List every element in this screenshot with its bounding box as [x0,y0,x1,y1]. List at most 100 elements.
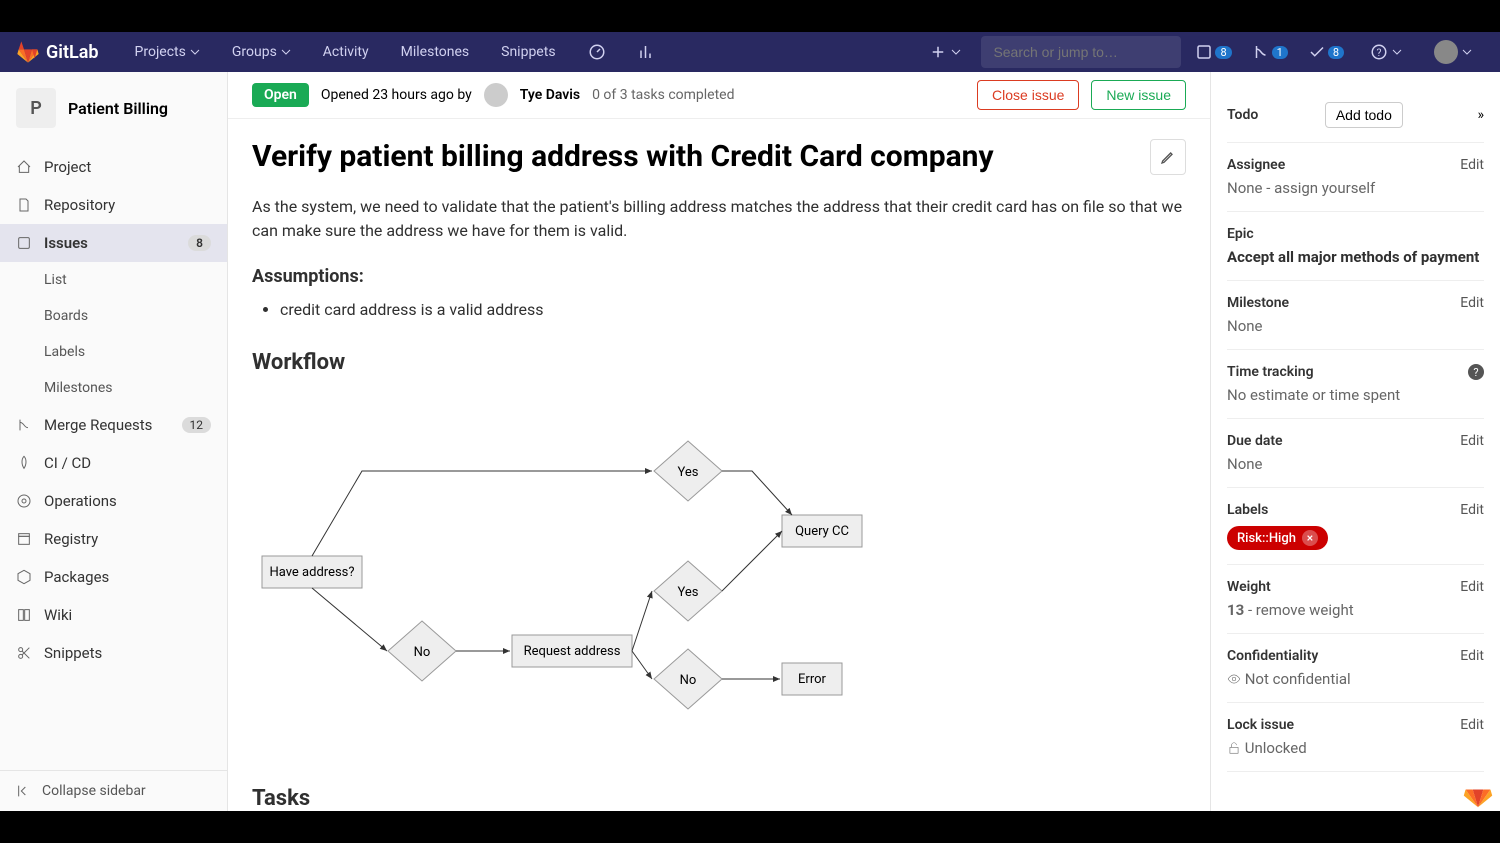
add-todo-button[interactable]: Add todo [1325,102,1403,128]
rb-weight-value[interactable]: 13 - remove weight [1227,601,1484,619]
label-pill[interactable]: Risk::High× [1227,526,1328,550]
mr-count: 12 [182,417,212,433]
collapse-sidebar[interactable]: Collapse sidebar [0,770,227,811]
chevron-down-icon [1462,47,1472,57]
sidebar-item-snippets[interactable]: Snippets [0,634,227,672]
rb-epic-value[interactable]: Accept all major methods of payment [1227,248,1484,266]
nav-todo-counter[interactable]: 8 [1302,43,1350,61]
issue-content: Open Opened 23 hours ago by Tye Davis 0 … [228,72,1210,811]
svg-text:Request address: Request address [524,644,621,659]
rb-milestone-edit[interactable]: Edit [1460,295,1484,311]
chart-icon [638,43,656,61]
tasks-heading: Tasks [252,782,1186,811]
rb-weight-title: Weight [1227,579,1271,595]
rocket-icon [16,455,32,471]
sidebar-item-cicd[interactable]: CI / CD [0,444,227,482]
sidebar-item-packages[interactable]: Packages [0,558,227,596]
workflow-diagram: Have address? Yes No Request address Yes… [252,411,892,731]
issue-header: Open Opened 23 hours ago by Tye Davis 0 … [228,72,1210,119]
sidebar-item-repository[interactable]: Repository [0,186,227,224]
new-issue-button[interactable]: New issue [1091,80,1186,110]
sidebar-item-operations[interactable]: Operations [0,482,227,520]
collapse-icon [16,783,32,799]
pencil-icon [1160,149,1176,165]
rb-milestone-value: None [1227,317,1484,335]
sidebar-item-list[interactable]: List [0,262,227,298]
project-header[interactable]: P Patient Billing [0,72,227,144]
right-sidebar: Todo Add todo » Assignee Edit None - assign … [1210,72,1500,811]
close-issue-button[interactable]: Close issue [977,80,1079,110]
nav-activity[interactable]: Activity [311,32,381,72]
svg-text:Query CC: Query CC [795,524,849,539]
svg-text:Have address?: Have address? [269,565,354,580]
chevron-down-icon [1392,47,1402,57]
sidebar-item-wiki[interactable]: Wiki [0,596,227,634]
assumptions-heading: Assumptions: [252,263,1186,290]
rb-assignee-value[interactable]: None - assign yourself [1227,179,1484,197]
disk-icon [16,531,32,547]
workflow-heading: Workflow [252,346,1186,379]
rb-conf-edit[interactable]: Edit [1460,648,1484,664]
sidebar-item-project[interactable]: Project [0,148,227,186]
sidebar-item-boards[interactable]: Boards [0,298,227,334]
rb-labels-edit[interactable]: Edit [1460,502,1484,518]
nav-issues-counter[interactable]: 8 [1189,43,1237,61]
nav-help[interactable]: ? [1358,32,1414,72]
svg-text:Yes: Yes [678,585,699,600]
rb-milestone-title: Milestone [1227,295,1289,311]
chevron-down-icon [190,47,200,57]
scissors-icon [16,645,32,661]
rb-time-value: No estimate or time spent [1227,386,1484,404]
issues-icon [1195,43,1213,61]
nav-gauge[interactable] [576,32,618,72]
book-icon [16,607,32,623]
nav-mr-counter[interactable]: 1 [1246,43,1294,61]
author-name[interactable]: Tye Davis [520,87,580,103]
sidebar-item-issues[interactable]: Issues8 [0,224,227,262]
opened-text: Opened 23 hours ago by [321,87,472,103]
task-status: 0 of 3 tasks completed [592,87,734,103]
todo-icon [1308,43,1326,61]
expand-sidebar[interactable]: » [1477,107,1484,123]
rb-assignee-title: Assignee [1227,157,1285,173]
nav-plus[interactable] [917,32,973,72]
package-icon [16,569,32,585]
rb-weight-edit[interactable]: Edit [1460,579,1484,595]
rb-conf-title: Confidentiality [1227,648,1318,664]
rb-labels-title: Labels [1227,502,1268,518]
svg-text:Yes: Yes [678,465,699,480]
sidebar-item-merge-requests[interactable]: Merge Requests12 [0,406,227,444]
search-input[interactable] [993,44,1174,60]
sidebar-item-registry[interactable]: Registry [0,520,227,558]
left-sidebar: P Patient Billing Project Repository Iss… [0,72,228,811]
nav-projects[interactable]: Projects [123,32,212,72]
nav-milestones[interactable]: Milestones [389,32,482,72]
status-badge: Open [252,83,309,107]
sidebar-item-labels[interactable]: Labels [0,334,227,370]
rb-lock-value: Unlocked [1227,739,1484,757]
user-avatar [1434,40,1458,64]
author-avatar[interactable] [484,83,508,107]
sidebar-item-milestones[interactable]: Milestones [0,370,227,406]
rb-epic-title: Epic [1227,226,1254,242]
remove-label-icon[interactable]: × [1302,530,1318,546]
help-icon: ? [1370,43,1388,61]
rb-lock-edit[interactable]: Edit [1460,717,1484,733]
nav-stats[interactable] [626,32,668,72]
nav-user-menu[interactable] [1422,32,1484,72]
project-name: Patient Billing [68,99,168,118]
issue-title: Verify patient billing address with Cred… [252,139,1134,175]
search-box[interactable] [981,36,1181,68]
gitlab-corner-icon [1462,777,1494,809]
rb-assignee-edit[interactable]: Edit [1460,157,1484,173]
edit-title-button[interactable] [1150,139,1186,175]
gitlab-logo[interactable]: GitLab [16,40,99,64]
top-nav: GitLab Projects Groups Activity Mileston… [0,32,1500,72]
nav-snippets[interactable]: Snippets [489,32,567,72]
rb-due-edit[interactable]: Edit [1460,433,1484,449]
eye-icon [1227,672,1241,686]
rb-todo-title: Todo [1227,107,1258,123]
help-icon[interactable]: ? [1468,364,1484,380]
project-avatar: P [16,88,56,128]
nav-groups[interactable]: Groups [220,32,303,72]
